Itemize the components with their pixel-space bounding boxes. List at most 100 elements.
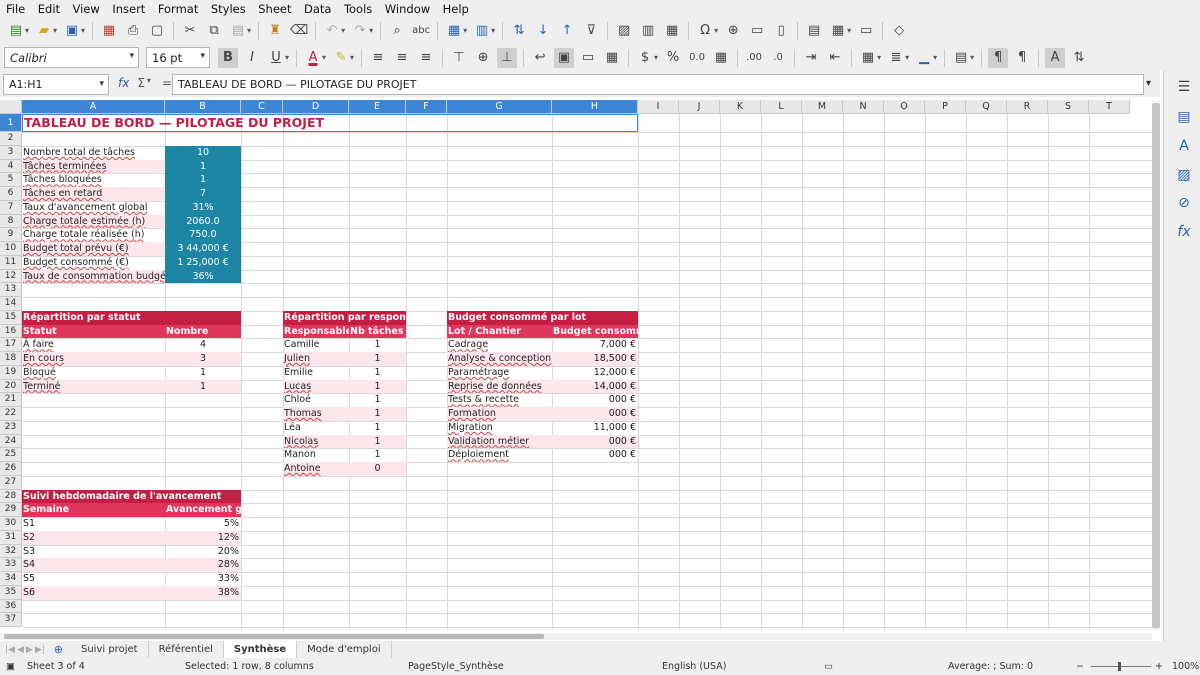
zoom-level[interactable]: 100% <box>1172 661 1199 672</box>
table-cell[interactable]: Émilie <box>283 366 349 380</box>
kpi-label[interactable]: Charge totale estimée (h) <box>22 214 165 229</box>
row-header-12[interactable]: 12 <box>0 269 22 284</box>
table-cell[interactable]: 1 <box>349 434 406 449</box>
table-cell[interactable]: S5 <box>22 572 165 586</box>
row-header-26[interactable]: 26 <box>0 462 22 476</box>
kpi-value[interactable]: 36% <box>165 269 241 284</box>
chevron-down-icon[interactable]: ▾ <box>99 79 104 89</box>
center-vertically-icon[interactable]: ⊕ <box>473 48 493 68</box>
open-folder-icon[interactable]: ▰ <box>34 21 54 41</box>
text-direction-rtl-icon[interactable]: ¶ <box>1012 48 1032 68</box>
align-bottom-icon[interactable]: ⊥ <box>497 47 518 68</box>
table-cell[interactable]: Formation <box>447 407 552 421</box>
table-title[interactable]: Budget consommé par lot <box>447 310 638 325</box>
table-cell[interactable]: 1 <box>349 352 406 366</box>
menu-file[interactable]: File <box>6 2 25 16</box>
row-header-10[interactable]: 10 <box>0 242 22 256</box>
increase-indent-icon[interactable]: ⇥ <box>801 48 821 68</box>
menu-view[interactable]: View <box>73 2 100 16</box>
table-cell[interactable]: S3 <box>22 545 165 559</box>
table-cell[interactable]: 1 <box>349 338 406 352</box>
table-cell[interactable]: 28% <box>165 558 241 572</box>
table-cell[interactable]: Reprise de données <box>447 379 552 394</box>
print-icon[interactable]: ⎙ <box>123 21 143 41</box>
table-cell[interactable]: 11,000 € <box>552 421 638 435</box>
table-cell[interactable]: Thomas <box>283 407 349 421</box>
navigator-icon[interactable]: ⊘ <box>1174 193 1194 213</box>
styles-icon[interactable]: A <box>1174 136 1194 156</box>
table-cell[interactable]: 14,000 € <box>552 379 638 394</box>
special-character-icon[interactable]: Ω <box>695 21 715 41</box>
horizontal-scroll-thumb[interactable] <box>4 634 544 639</box>
row-header-34[interactable]: 34 <box>0 572 22 586</box>
insert-chart-icon[interactable]: ▥ <box>638 21 658 41</box>
row-header-11[interactable]: 11 <box>0 255 22 270</box>
expand-formula-icon[interactable]: ▾ <box>1146 78 1151 89</box>
chevron-down-icon[interactable]: ▾ <box>129 51 134 61</box>
freeze-rows-icon[interactable]: ▦ <box>828 21 848 41</box>
kpi-label[interactable]: Tâches terminées <box>22 159 165 174</box>
table-cell[interactable]: Antoine <box>283 462 349 476</box>
name-box[interactable]: A1:H1 ▾ <box>3 74 109 95</box>
sum-icon[interactable]: Σ <box>137 76 145 90</box>
new-document-icon[interactable]: ▤ <box>6 21 26 41</box>
kpi-value[interactable]: 2060.0 <box>165 214 241 229</box>
next-sheet-icon[interactable]: ▶ <box>26 645 33 655</box>
column-header[interactable]: Statut <box>22 324 165 339</box>
date-format-icon[interactable]: ▦ <box>711 48 731 68</box>
table-cell[interactable]: Lucas <box>283 379 349 394</box>
delete-decimal-icon[interactable]: .0 <box>768 48 788 68</box>
kpi-value[interactable]: 3 44,000 € <box>165 242 241 256</box>
row-header-15[interactable]: 15 <box>0 310 22 325</box>
table-cell[interactable]: 1 <box>349 407 406 421</box>
merge-center-icon[interactable]: ▣ <box>554 47 575 68</box>
table-title[interactable]: Suivi hebdomadaire de l'avancement <box>22 489 241 504</box>
table-cell[interactable]: 000 € <box>552 434 638 449</box>
export-pdf-icon[interactable]: ▦ <box>99 21 119 41</box>
vertical-scroll-thumb[interactable] <box>1152 103 1160 628</box>
column-header-p[interactable]: P <box>925 100 966 114</box>
row-header-8[interactable]: 8 <box>0 214 22 229</box>
number-format-icon[interactable]: 0.0 <box>687 48 707 68</box>
autofilter-icon[interactable]: ⊽ <box>581 21 601 41</box>
copy-icon[interactable]: ⧉ <box>204 21 224 41</box>
column-header-s[interactable]: S <box>1048 100 1089 114</box>
column-header-k[interactable]: K <box>720 100 761 114</box>
table-cell[interactable]: 1 <box>165 379 241 394</box>
row-header-30[interactable]: 30 <box>0 517 22 531</box>
row-header-1[interactable]: 1 <box>0 114 22 132</box>
insert-image-icon[interactable]: ▨ <box>614 21 634 41</box>
table-cell[interactable]: 20% <box>165 545 241 559</box>
column-header-g[interactable]: G <box>447 100 552 114</box>
table-cell[interactable]: 1 <box>349 393 406 407</box>
table-cell[interactable]: 1 <box>349 448 406 462</box>
selection-mode-icon[interactable]: ▭ <box>824 661 833 672</box>
text-direction-ltr-icon[interactable]: ¶ <box>988 47 1009 68</box>
row-header-16[interactable]: 16 <box>0 324 22 339</box>
pivot-table-icon[interactable]: ▦ <box>662 21 682 41</box>
table-cell[interactable]: Chloé <box>283 393 349 407</box>
table-cell[interactable]: 1 <box>165 366 241 380</box>
sort-descending-icon[interactable]: ↑ <box>557 21 577 41</box>
table-cell[interactable]: Léa <box>283 421 349 435</box>
row-header-17[interactable]: 17 <box>0 338 22 352</box>
kpi-label[interactable]: Charge totale réalisée (h) <box>22 228 165 242</box>
page-style[interactable]: PageStyle_Synthèse <box>408 661 504 672</box>
row-header-21[interactable]: 21 <box>0 393 22 407</box>
table-cell[interactable]: 0 <box>349 462 406 476</box>
table-cell[interactable]: 3 <box>165 352 241 366</box>
row-header-13[interactable]: 13 <box>0 283 22 297</box>
align-left-icon[interactable]: ≡ <box>368 48 388 68</box>
kpi-label[interactable]: Budget total prévu (€) <box>22 242 165 256</box>
language[interactable]: English (USA) <box>662 661 726 672</box>
column-header-q[interactable]: Q <box>966 100 1007 114</box>
paste-icon[interactable]: ▤ <box>228 21 248 41</box>
row-header-32[interactable]: 32 <box>0 544 22 559</box>
table-cell[interactable]: Bloqué <box>22 366 165 380</box>
formula-input[interactable]: TABLEAU DE BORD — PILOTAGE DU PROJET <box>172 74 1144 95</box>
underline-icon[interactable]: U <box>266 48 286 68</box>
row-header-37[interactable]: 37 <box>0 613 22 627</box>
column-icon[interactable]: ▥ <box>472 21 492 41</box>
table-cell[interactable]: Paramétrage <box>447 366 552 380</box>
column-header-f[interactable]: F <box>406 100 447 114</box>
